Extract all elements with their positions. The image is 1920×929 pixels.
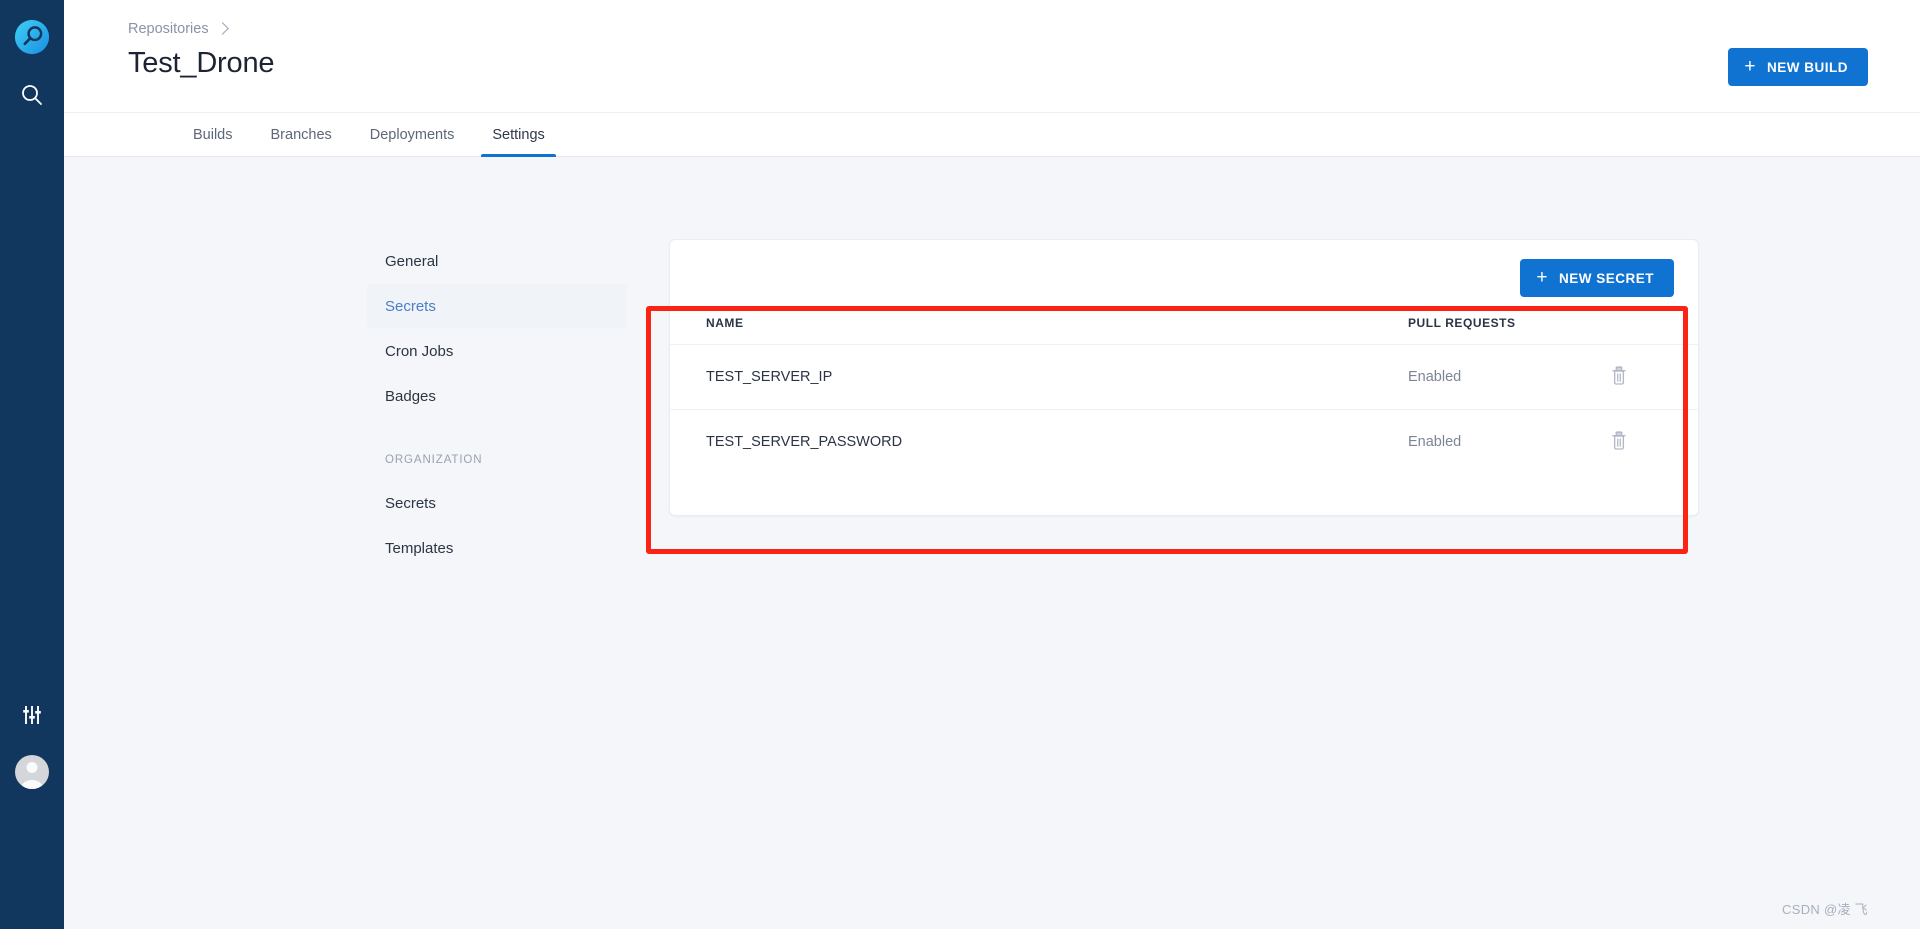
sidebar-item-org-secrets-label: Secrets: [385, 494, 436, 512]
settings-content: General Secrets Cron Jobs Badges ORGANIZ…: [64, 157, 1920, 929]
watermark: CSDN @凌 飞: [1782, 902, 1868, 917]
breadcrumb-repositories-link[interactable]: Repositories: [128, 21, 209, 37]
page-title: Test_Drone: [128, 47, 275, 79]
drone-logo-icon[interactable]: [13, 18, 51, 56]
new-secret-button[interactable]: + NEW SECRET: [1520, 259, 1674, 297]
app-root: Repositories Test_Drone + NEW BUILD Buil…: [0, 0, 1920, 929]
tab-branches-label: Branches: [270, 126, 332, 143]
sidebar-group-organization: ORGANIZATION: [385, 454, 483, 466]
sidebar-item-org-templates[interactable]: Templates: [367, 526, 627, 570]
settings-sidebar: General Secrets Cron Jobs Badges ORGANIZ…: [367, 239, 627, 929]
secret-name: TEST_SERVER_IP: [670, 344, 1408, 410]
secret-name: TEST_SERVER_PASSWORD: [706, 434, 903, 451]
repo-tabbar: Builds Branches Deployments Settings: [64, 112, 1920, 157]
sidebar-item-cron-jobs-label: Cron Jobs: [385, 342, 454, 360]
plus-icon: +: [1744, 55, 1756, 77]
new-build-button[interactable]: + NEW BUILD: [1728, 48, 1868, 86]
trash-icon[interactable]: [1608, 364, 1630, 388]
secrets-panel-wrap: + NEW SECRET NAME PULL REQUESTS TEST_SER…: [669, 239, 1699, 929]
user-avatar[interactable]: [15, 755, 49, 789]
sidebar-item-org-templates-label: Templates: [385, 539, 454, 557]
table-header-row: NAME PULL REQUESTS: [670, 316, 1698, 345]
trash-icon[interactable]: [1608, 429, 1630, 453]
tab-builds-label: Builds: [193, 126, 233, 143]
sidebar-item-general[interactable]: General: [367, 239, 627, 283]
tab-settings[interactable]: Settings: [473, 113, 563, 157]
new-build-button-label: NEW BUILD: [1767, 59, 1848, 75]
sidebar-item-secrets[interactable]: Secrets: [367, 284, 627, 328]
secrets-table-head: NAME PULL REQUESTS: [670, 316, 1698, 345]
secrets-card-toolbar: + NEW SECRET: [670, 240, 1698, 316]
tab-deployments[interactable]: Deployments: [351, 113, 474, 156]
tab-builds[interactable]: Builds: [174, 113, 252, 156]
secrets-table-body: TEST_SERVER_IP Enabled TEST_SERVER_PASSW…: [670, 344, 1698, 475]
table-row[interactable]: TEST_SERVER_IP Enabled: [670, 344, 1698, 410]
avatar-body: [21, 780, 43, 789]
main-area: Repositories Test_Drone + NEW BUILD Buil…: [64, 0, 1920, 929]
column-header-pull-requests: PULL REQUESTS: [1408, 316, 1608, 345]
tab-deployments-label: Deployments: [369, 126, 455, 143]
sidebar-item-org-secrets[interactable]: Secrets: [367, 481, 627, 525]
secret-pull-requests: Enabled: [1408, 344, 1608, 410]
search-icon[interactable]: [19, 82, 45, 108]
left-rail: [0, 0, 64, 929]
chevron-right-icon: [215, 22, 229, 35]
secret-actions-cell: [1608, 344, 1698, 410]
column-header-actions: [1608, 316, 1698, 345]
sidebar-item-badges-label: Badges: [385, 387, 436, 405]
avatar-head: [26, 762, 38, 773]
sidebar-item-cron-jobs[interactable]: Cron Jobs: [367, 329, 627, 373]
column-header-name: NAME: [670, 316, 1408, 345]
page-header: Repositories Test_Drone + NEW BUILD: [64, 0, 1920, 112]
sidebar-item-secrets-label: Secrets: [385, 297, 436, 315]
card-bottom-padding: [670, 475, 1698, 515]
breadcrumb: Repositories: [128, 18, 1868, 40]
table-row[interactable]: TEST_SERVER_PASSWORD Enabled: [670, 410, 1698, 475]
secret-pull-requests: Enabled: [1408, 434, 1462, 451]
sidebar-item-general-label: General: [385, 252, 439, 270]
new-secret-button-label: NEW SECRET: [1558, 270, 1654, 286]
plus-icon: +: [1536, 266, 1548, 288]
secret-actions-cell: [1608, 410, 1698, 475]
tab-settings-label: Settings: [492, 126, 545, 143]
sidebar-item-badges[interactable]: Badges: [367, 374, 627, 418]
tab-branches[interactable]: Branches: [252, 113, 351, 156]
sliders-settings-icon[interactable]: [20, 703, 44, 727]
secrets-card: + NEW SECRET NAME PULL REQUESTS TEST_SER…: [669, 239, 1699, 516]
secrets-table: NAME PULL REQUESTS TEST_SERVER_IP Enable…: [670, 316, 1698, 475]
